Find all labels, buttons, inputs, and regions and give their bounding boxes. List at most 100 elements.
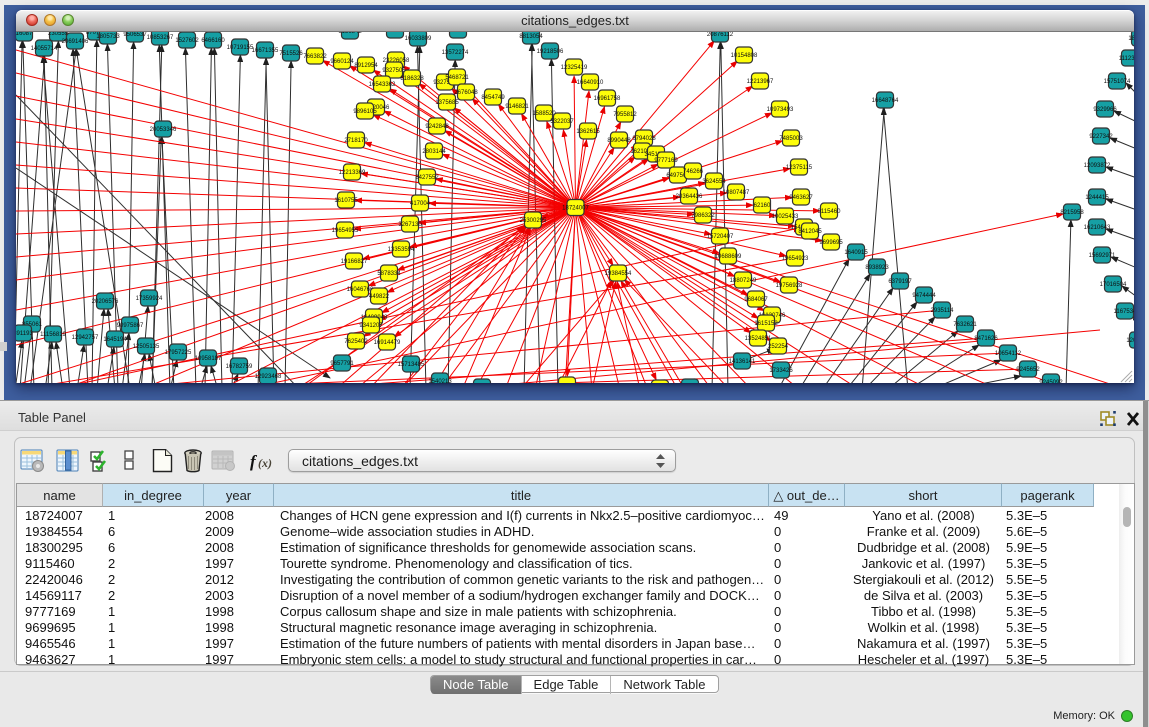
svg-text:3624554: 3624554 bbox=[702, 179, 726, 185]
svg-text:25300295: 25300295 bbox=[520, 218, 547, 224]
svg-text:19384554: 19384554 bbox=[605, 271, 632, 277]
svg-text:13572274: 13572274 bbox=[442, 50, 469, 56]
svg-text:1362615: 1362615 bbox=[576, 129, 600, 135]
svg-text:15692971: 15692971 bbox=[1089, 253, 1116, 259]
svg-text:16914479: 16914479 bbox=[374, 340, 401, 346]
svg-text:8427552: 8427552 bbox=[415, 175, 439, 181]
svg-text:10688609: 10688609 bbox=[715, 254, 742, 260]
svg-text:15713485: 15713485 bbox=[398, 362, 425, 368]
svg-text:9136842: 9136842 bbox=[338, 32, 362, 35]
svg-text:9777169: 9777169 bbox=[654, 158, 678, 164]
svg-text:8990448: 8990448 bbox=[607, 138, 631, 144]
svg-text:7632621: 7632621 bbox=[953, 322, 977, 328]
svg-text:12375115: 12375115 bbox=[786, 165, 813, 171]
svg-text:12093872: 12093872 bbox=[1084, 163, 1111, 169]
svg-text:15751074: 15751074 bbox=[1104, 79, 1131, 85]
svg-text:1805733: 1805733 bbox=[96, 34, 120, 40]
svg-text:1204155: 1204155 bbox=[1126, 338, 1134, 344]
svg-text:13524851: 13524851 bbox=[745, 336, 772, 342]
svg-text:19654923: 19654923 bbox=[782, 256, 809, 262]
svg-text:746266: 746266 bbox=[683, 169, 704, 175]
svg-text:14136141: 14136141 bbox=[729, 359, 756, 365]
svg-text:14055714: 14055714 bbox=[31, 46, 58, 52]
svg-text:16648764: 16648764 bbox=[872, 98, 899, 104]
svg-text:8186328: 8186328 bbox=[400, 76, 424, 82]
svg-text:10654112: 10654112 bbox=[995, 351, 1022, 357]
svg-text:9115460: 9115460 bbox=[818, 209, 842, 215]
svg-text:19166827: 19166827 bbox=[341, 259, 368, 265]
svg-text:16543362: 16543362 bbox=[369, 82, 396, 88]
svg-text:1112309: 1112309 bbox=[1119, 56, 1134, 62]
svg-text:9684067: 9684067 bbox=[744, 297, 768, 303]
svg-text:7986322: 7986322 bbox=[691, 213, 715, 219]
svg-text:9341207: 9341207 bbox=[359, 323, 383, 329]
svg-text:230559: 230559 bbox=[48, 32, 69, 37]
svg-text:1527602: 1527602 bbox=[175, 38, 199, 44]
svg-text:8412045: 8412045 bbox=[798, 229, 822, 235]
svg-text:1610755: 1610755 bbox=[334, 198, 358, 204]
svg-text:2803144: 2803144 bbox=[422, 149, 446, 155]
svg-text:7485003: 7485003 bbox=[779, 136, 803, 142]
svg-text:8531240: 8531240 bbox=[446, 32, 470, 34]
svg-text:90975867: 90975867 bbox=[117, 323, 144, 329]
svg-text:10958187: 10958187 bbox=[195, 356, 222, 362]
svg-text:10807487: 10807487 bbox=[723, 190, 750, 196]
svg-text:20876112: 20876112 bbox=[707, 32, 734, 38]
svg-text:20364436: 20364436 bbox=[676, 194, 703, 200]
svg-text:f: f bbox=[250, 452, 258, 471]
svg-text:10853267: 10853267 bbox=[147, 35, 174, 41]
svg-text:12942757: 12942757 bbox=[72, 335, 99, 341]
svg-text:9506537: 9506537 bbox=[123, 32, 147, 38]
svg-text:2935114: 2935114 bbox=[931, 308, 955, 314]
svg-text:15720407: 15720407 bbox=[707, 234, 734, 240]
svg-text:9463627: 9463627 bbox=[789, 195, 813, 201]
svg-text:12213967: 12213967 bbox=[747, 79, 774, 85]
svg-text:9474444: 9474444 bbox=[912, 293, 936, 299]
svg-text:6379197: 6379197 bbox=[888, 279, 912, 285]
svg-text:19756928: 19756928 bbox=[776, 283, 803, 289]
svg-text:10719155: 10719155 bbox=[227, 45, 254, 51]
svg-text:1540213: 1540213 bbox=[428, 379, 452, 383]
svg-text:8471626: 8471626 bbox=[974, 336, 998, 342]
svg-text:(x): (x) bbox=[258, 456, 272, 470]
svg-text:62160: 62160 bbox=[754, 203, 771, 209]
svg-text:1733426: 1733426 bbox=[769, 368, 793, 374]
svg-text:20053346: 20053346 bbox=[150, 127, 177, 133]
svg-text:3267130: 3267130 bbox=[398, 222, 422, 228]
svg-text:16782759: 16782759 bbox=[226, 364, 253, 370]
svg-text:9227342: 9227342 bbox=[1089, 134, 1113, 140]
svg-text:9329966: 9329966 bbox=[1093, 107, 1117, 113]
svg-text:16087: 16087 bbox=[16, 32, 33, 37]
svg-text:12325419: 12325419 bbox=[561, 65, 588, 71]
svg-text:8938923: 8938923 bbox=[865, 265, 889, 271]
svg-text:10025433: 10025433 bbox=[772, 214, 799, 220]
svg-text:16033809: 16033809 bbox=[405, 36, 432, 42]
svg-text:5468721: 5468721 bbox=[445, 75, 469, 81]
svg-text:1375685: 1375685 bbox=[435, 100, 459, 106]
svg-text:1882307: 1882307 bbox=[1128, 36, 1134, 42]
svg-text:12923468: 12923468 bbox=[255, 374, 282, 380]
svg-text:9699695: 9699695 bbox=[819, 240, 843, 246]
svg-text:12505135: 12505135 bbox=[133, 344, 160, 350]
svg-text:7625402: 7625402 bbox=[344, 339, 368, 345]
svg-text:2033181: 2033181 bbox=[383, 32, 407, 34]
svg-text:1167534: 1167534 bbox=[1114, 309, 1134, 315]
svg-text:1588520: 1588520 bbox=[532, 111, 556, 117]
svg-text:9242848: 9242848 bbox=[425, 124, 449, 130]
svg-text:16671355: 16671355 bbox=[252, 48, 279, 54]
svg-text:10973493: 10973493 bbox=[767, 107, 794, 113]
svg-text:17359924: 17359924 bbox=[136, 296, 163, 302]
svg-text:10154808: 10154808 bbox=[731, 53, 758, 59]
svg-text:12213369: 12213369 bbox=[339, 170, 366, 176]
svg-text:1640915: 1640915 bbox=[844, 250, 868, 256]
svg-text:8912954: 8912954 bbox=[354, 63, 378, 69]
svg-text:9245092: 9245092 bbox=[1039, 380, 1063, 383]
svg-text:16640910: 16640910 bbox=[577, 80, 604, 86]
svg-text:417004: 417004 bbox=[410, 201, 431, 207]
svg-text:1244415: 1244415 bbox=[1085, 195, 1109, 201]
svg-text:11156819: 11156819 bbox=[40, 332, 66, 338]
svg-text:252254: 252254 bbox=[768, 344, 789, 350]
svg-text:5322037: 5322037 bbox=[550, 119, 574, 125]
svg-text:17957225: 17957225 bbox=[165, 350, 192, 356]
svg-text:891193: 891193 bbox=[16, 331, 33, 337]
